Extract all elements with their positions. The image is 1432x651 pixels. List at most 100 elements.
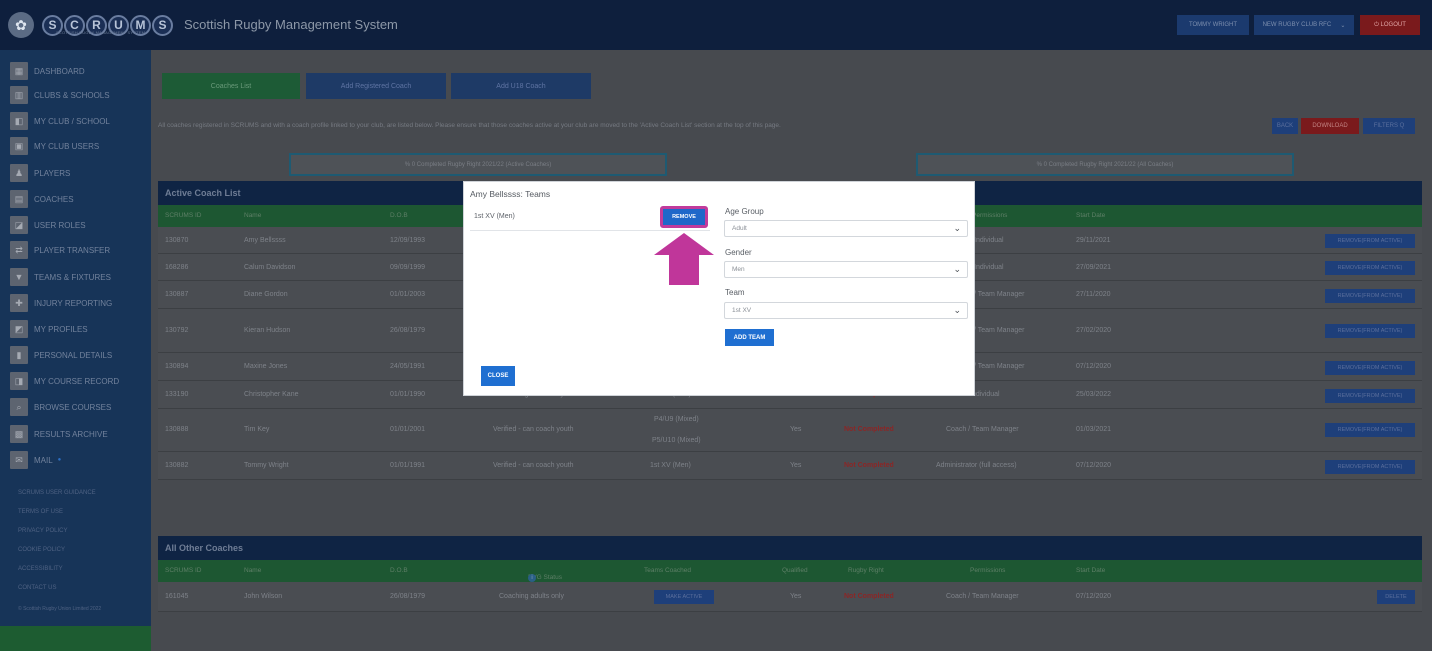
sidebar-item-browse-courses[interactable]: ⌕ BROWSE COURSES [10,397,111,417]
download-button[interactable]: DOWNLOAD [1301,118,1359,134]
arrow-up-icon [654,233,714,255]
cell-id: 130870 [165,237,189,244]
cell-teams: 1st XV (Men) [650,462,691,469]
pct-all-coaches: % 0 Completed Rugby Right 2021/22 (All C… [916,153,1294,176]
footer-link-privacy[interactable]: PRIVACY POLICY [18,528,67,534]
team-select[interactable]: 1st XV ⌄ [724,302,968,319]
thistle-crest-icon: ✿ [8,12,34,38]
filters-button[interactable]: FILTERS Q [1363,118,1415,134]
footer-link-contact[interactable]: CONTACT US [18,585,56,591]
sidebar-item-mail[interactable]: ✉ MAIL ● [10,450,61,470]
footer-link-user-guidance[interactable]: SCRUMS USER GUIDANCE [18,490,96,496]
roles-icon: ◪ [10,216,28,234]
cell-name: Kieran Hudson [244,327,291,334]
remove-from-active-button[interactable]: REMOVE(FROM ACTIVE) [1325,234,1415,248]
cell-id: 130882 [165,462,189,469]
sidebar-item-my-club-users[interactable]: ▣ MY CLUB USERS [10,136,99,156]
cell-name: Maxine Jones [244,363,288,370]
info-icon[interactable]: i [528,574,536,582]
remove-from-active-button[interactable]: REMOVE(FROM ACTIVE) [1325,324,1415,338]
mail-icon: ✉ [10,451,28,469]
close-button[interactable]: CLOSE [481,366,515,386]
footer-link-accessibility[interactable]: ACCESSIBILITY [18,566,63,572]
back-button[interactable]: BACK [1272,118,1298,134]
remove-from-active-button[interactable]: REMOVE(FROM ACTIVE) [1325,423,1415,437]
sidebar-item-dashboard[interactable]: ▦ DASHBOARD [10,61,85,81]
cell-start-date: 27/02/2020 [1076,327,1112,334]
sidebar-item-coaches[interactable]: ▤ COACHES [10,189,74,209]
gender-select[interactable]: Men ⌄ [724,261,968,278]
tab-coaches-list[interactable]: Coaches List [162,73,300,99]
tab-add-u18-coach[interactable]: Add U18 Coach [451,73,591,99]
modal-title: Amy Bellssss: Teams [470,189,551,199]
add-team-button[interactable]: ADD TEAM [725,329,774,346]
logout-button[interactable]: ⏻ LOGOUT [1360,15,1420,35]
cell-permissions: / Team Manager [974,291,1025,298]
col-permissions: Permissions [972,212,1008,219]
sidebar-item-user-roles[interactable]: ◪ USER ROLES [10,215,86,235]
remove-from-active-button[interactable]: REMOVE(FROM ACTIVE) [1325,361,1415,375]
cell-rugby-right: Not Completed [844,593,894,600]
app-title: Scottish Rugby Management System [184,17,398,32]
sidebar-item-player-transfer[interactable]: ⇄ PLAYER TRANSFER [10,240,110,260]
gender-label: Gender [725,248,752,257]
profile-icon: ◩ [10,320,28,338]
cell-id: 130888 [165,426,189,433]
remove-from-active-button[interactable]: REMOVE(FROM ACTIVE) [1325,289,1415,303]
cell-qualified: Yes [790,593,802,600]
footer-link-cookie[interactable]: COOKIE POLICY [18,547,65,553]
cell-start-date: 25/03/2022 [1076,391,1112,398]
age-group-select[interactable]: Adult ⌄ [724,220,968,237]
cell-teams: P5/U10 (Mixed) [652,437,701,444]
club-select[interactable]: NEW RUGBY CLUB RFC ⌄ [1254,15,1354,35]
col-dob: D.O.B [390,212,408,219]
make-active-button[interactable]: MAKE ACTIVE [654,590,714,604]
sidebar-item-my-club[interactable]: ◧ MY CLUB / SCHOOL [10,111,110,131]
scrums-logo[interactable]: ✿ S C R U M S [8,8,173,42]
remove-from-active-button[interactable]: REMOVE(FROM ACTIVE) [1325,261,1415,275]
sidebar-item-players[interactable]: ♟ PLAYERS [10,163,70,183]
cell-start-date: 27/11/2020 [1076,291,1111,298]
users-icon: ▣ [10,137,28,155]
col-teams-coached: Teams Coached [644,567,691,574]
team-label: Team [725,288,745,297]
cell-start-date: 07/12/2020 [1076,363,1112,370]
cell-start-date: 07/12/2020 [1076,593,1112,600]
sidebar-item-teams-fixtures[interactable]: ▼ TEAMS & FIXTURES [10,267,111,287]
table-row: 130888 Tim Key 01/01/2001 Verified - can… [158,409,1422,452]
cell-permissions: / Team Manager [974,363,1025,370]
archive-icon: ▩ [10,425,28,443]
mail-indicator-icon: ● [57,457,62,463]
col-name: Name [244,212,262,219]
remove-from-active-button[interactable]: REMOVE(FROM ACTIVE) [1325,460,1415,474]
cell-start-date: 29/11/2021 [1076,237,1111,244]
tab-add-registered-coach[interactable]: Add Registered Coach [306,73,446,99]
chevron-down-icon: ⌄ [953,223,961,233]
footer-link-terms[interactable]: TERMS OF USE [18,509,63,515]
cell-dob: 26/08/1979 [390,593,426,600]
cell-permissions: Coach / Team Manager [946,593,1019,600]
user-button[interactable]: TOMMY WRIGHT [1177,15,1249,35]
remove-from-active-button[interactable]: REMOVE(FROM ACTIVE) [1325,389,1415,403]
cell-id: 168286 [165,264,189,271]
sidebar-item-injury-reporting[interactable]: ✚ INJURY REPORTING [10,293,112,313]
cell-start-date: 27/09/2021 [1076,264,1112,271]
table-row: 161045 John Wilson 26/08/1979 Coaching a… [158,582,1422,612]
cell-id: 161045 [165,593,189,600]
sidebar-item-personal-details[interactable]: ▮ PERSONAL DETAILS [10,345,112,365]
sidebar-item-my-course-record[interactable]: ◨ MY COURSE RECORD [10,371,119,391]
delete-button[interactable]: DELETE [1377,590,1415,604]
sidebar-item-clubs-schools[interactable]: ▥ CLUBS & SCHOOLS [10,85,110,105]
sidebar-item-my-profiles[interactable]: ◩ MY PROFILES [10,319,88,339]
sidebar-item-results-archive[interactable]: ▩ RESULTS ARCHIVE [10,424,108,444]
cell-rugby-right: Not Completed [844,462,894,469]
copyright: © Scottish Rugby Union Limited 2022 [18,606,102,612]
medical-icon: ✚ [10,294,28,312]
info-text: All coaches registered in SCRUMS and wit… [158,122,781,129]
remove-team-button[interactable]: REMOVE [663,209,705,225]
cell-name: Tim Key [244,426,270,433]
age-group-label: Age Group [725,207,764,216]
certificate-icon: ◨ [10,372,28,390]
logout-label: LOGOUT [1380,22,1406,28]
chevron-down-icon: ⌄ [953,264,961,274]
